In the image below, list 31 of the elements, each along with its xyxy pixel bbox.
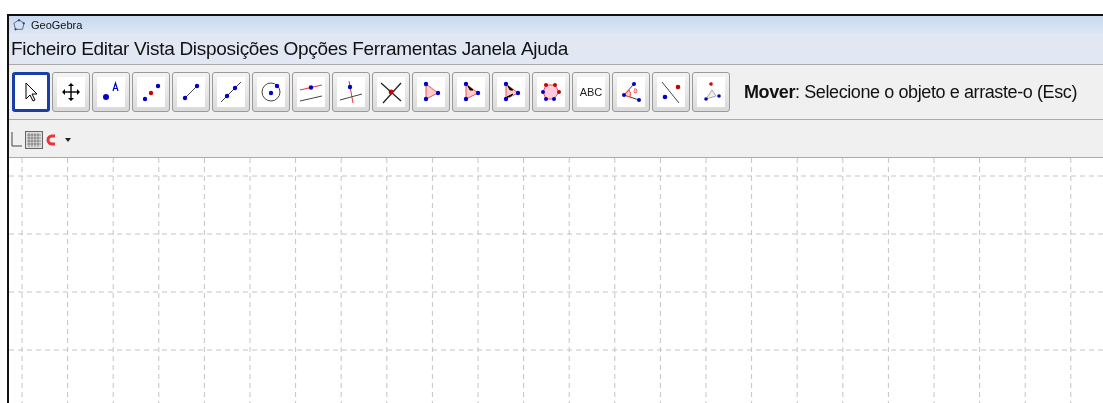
tool-button[interactable] (92, 72, 130, 112)
caret-icon[interactable] (65, 138, 71, 142)
tool-button[interactable] (52, 72, 90, 112)
tool-button[interactable] (532, 72, 570, 112)
app-icon (13, 18, 25, 31)
tool-button[interactable] (412, 72, 450, 112)
circle-icon (258, 79, 284, 105)
menu-item[interactable]: Janela (461, 37, 516, 60)
line-icon (218, 79, 244, 105)
text-tool-button[interactable]: ABC (572, 72, 610, 112)
tool-button[interactable] (12, 72, 50, 112)
tool-button[interactable] (372, 72, 410, 112)
menu-item[interactable]: Editar (81, 37, 130, 60)
tool-button[interactable] (452, 72, 490, 112)
tool-button[interactable] (132, 72, 170, 112)
menu-item[interactable]: Ferramentas (352, 37, 457, 60)
tool-help: Mover: Selecione o objeto e arraste-o (Esc) (744, 81, 1077, 103)
tool-button[interactable] (252, 72, 290, 112)
tool-button[interactable] (492, 72, 530, 112)
window-title: GeoGebra (31, 18, 83, 31)
menu-item[interactable]: Ajuda (520, 37, 568, 60)
tool-button[interactable] (172, 72, 210, 112)
menu-item[interactable]: Vista (134, 37, 175, 60)
menu-item[interactable]: Opções (283, 37, 348, 60)
perpendicular-lines-icon (338, 79, 364, 105)
menu-item[interactable]: Disposições (179, 37, 279, 60)
menu-item[interactable]: Ficheiro (11, 37, 77, 60)
tool-button[interactable] (652, 72, 690, 112)
tool-button[interactable] (612, 72, 650, 112)
grid-icon[interactable] (25, 131, 43, 149)
tool-button[interactable] (212, 72, 250, 112)
